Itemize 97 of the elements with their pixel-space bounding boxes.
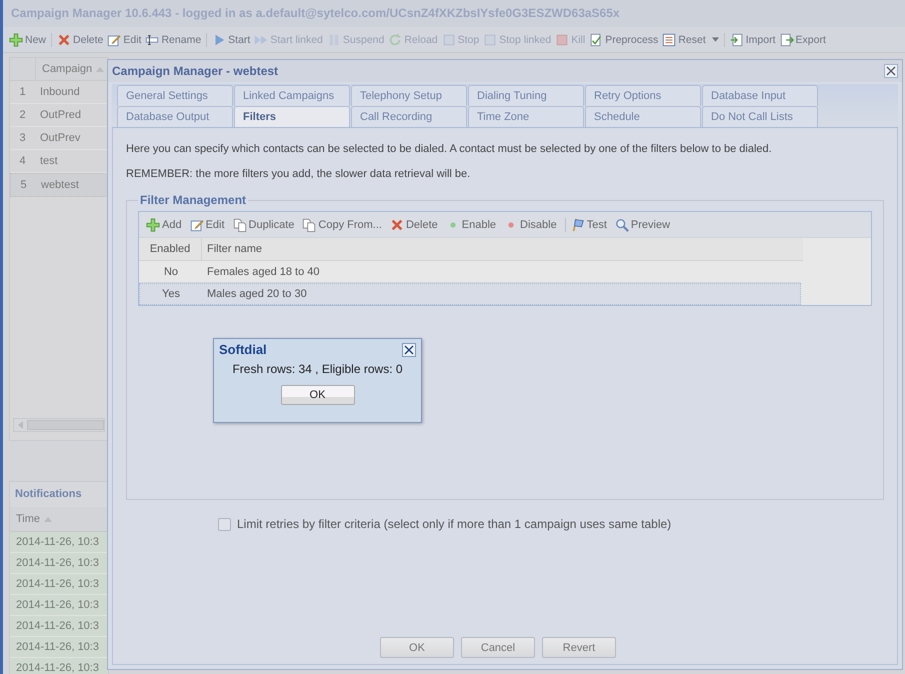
toolbar-button[interactable]: Add xyxy=(143,218,185,232)
dialog-button[interactable]: OK xyxy=(380,637,454,658)
toolbar-button[interactable]: Enable xyxy=(442,218,500,232)
tab[interactable]: Retry Options xyxy=(585,85,701,106)
tab[interactable]: Database Input xyxy=(702,85,818,106)
close-button[interactable] xyxy=(884,64,898,78)
toolbar-button[interactable]: Import xyxy=(724,32,778,46)
row-number: 4 xyxy=(18,155,27,167)
row-number: 3 xyxy=(18,132,27,144)
tab[interactable]: Call Recording xyxy=(351,106,467,127)
toolbar-button[interactable]: New xyxy=(7,32,48,46)
table-cell-text: Yes xyxy=(161,288,181,300)
column-header[interactable]: Time xyxy=(10,513,40,525)
campaign-row[interactable]: 5 webtest xyxy=(10,173,108,197)
campaign-name: test xyxy=(39,155,58,167)
table-cell-text: Females aged 18 to 40 xyxy=(206,266,320,278)
campaign-name: OutPred xyxy=(39,109,81,121)
plus-icon xyxy=(146,218,160,232)
checklist-icon xyxy=(589,32,604,46)
tab[interactable]: Schedule xyxy=(585,106,701,127)
toolbar-button[interactable]: Export xyxy=(778,32,828,46)
tab[interactable]: Filters xyxy=(234,106,350,127)
sort-up-icon xyxy=(44,516,52,522)
tab[interactable]: Telephony Setup xyxy=(351,85,467,106)
group-title: Filter Management xyxy=(139,193,248,207)
tab[interactable]: Linked Campaigns xyxy=(234,85,350,106)
checkbox-label: Limit retries by filter criteria (select only if more than 1 campaign uses same table) xyxy=(237,517,672,531)
tab[interactable]: Database Output xyxy=(117,106,233,127)
toolbar-button[interactable]: Edit xyxy=(186,218,228,232)
flag-icon xyxy=(570,218,585,232)
text-cursor-icon xyxy=(145,32,160,46)
toolbar-button[interactable]: Preprocess xyxy=(587,32,660,46)
left-arrow-icon xyxy=(18,421,23,429)
tab[interactable]: Time Zone xyxy=(468,106,584,127)
filter-row[interactable]: Yes Males aged 20 to 30 xyxy=(139,283,801,305)
notification-time: 2014-11-26, 10:3 xyxy=(10,574,108,595)
notification-time: 2014-11-26, 10:3 xyxy=(10,658,108,674)
dialog-title: Campaign Manager - webtest xyxy=(112,64,278,78)
table-cell-text: No xyxy=(162,266,180,278)
tab[interactable]: General Settings xyxy=(117,85,233,106)
block-icon xyxy=(555,32,570,46)
delete-icon xyxy=(390,218,404,232)
checkbox[interactable] xyxy=(218,518,231,530)
toolbar-button[interactable]: Duplicate xyxy=(230,218,298,232)
sort-up-icon xyxy=(96,66,104,72)
plus-icon xyxy=(9,32,23,46)
intro-text: REMEMBER: the more filters you add, the slower data retrieval will be. xyxy=(126,168,472,180)
toolbar-button[interactable]: Start xyxy=(206,32,252,46)
list-icon xyxy=(662,32,676,46)
campaign-name: OutPrev xyxy=(39,132,80,144)
toolbar-button[interactable]: Test xyxy=(564,218,610,232)
reload-icon xyxy=(388,32,402,46)
tab[interactable]: Do Not Call Lists xyxy=(702,106,818,127)
notification-time: 2014-11-26, 10:3 xyxy=(10,637,108,658)
toolbar-button[interactable]: Preview xyxy=(612,218,674,232)
search-icon xyxy=(614,218,629,232)
notification-time: 2014-11-26, 10:3 xyxy=(10,553,108,574)
edit-icon xyxy=(107,32,122,46)
dialog-button[interactable]: Revert xyxy=(542,637,616,658)
stop-icon xyxy=(483,32,498,46)
ok-button[interactable]: OK xyxy=(280,385,354,405)
notification-time: 2014-11-26, 10:3 xyxy=(10,532,108,553)
toolbar-button[interactable]: Edit xyxy=(105,32,144,46)
table-cell-text: Males aged 20 to 30 xyxy=(206,288,307,300)
toolbar-button[interactable]: Reset xyxy=(660,32,721,46)
intro-text: Here you can specify which contacts can be selected to be dialed. A contact must be selected by one of the filters below to be dialed. xyxy=(126,143,773,155)
toolbar-button[interactable]: Delete xyxy=(51,32,106,46)
close-icon xyxy=(886,66,896,76)
import-icon xyxy=(730,32,744,46)
toolbar-button[interactable]: Rename xyxy=(143,32,204,46)
dialog-button[interactable]: Cancel xyxy=(461,637,535,658)
delete-icon xyxy=(57,32,72,46)
campaign-name: Inbound xyxy=(39,86,80,98)
alert-message: Fresh rows: 34 , Eligible rows: 0 xyxy=(232,362,403,376)
row-number: 2 xyxy=(18,109,27,121)
close-button[interactable] xyxy=(402,342,416,356)
caret-icon xyxy=(712,37,719,42)
campaign-name: webtest xyxy=(40,179,79,191)
row-number: 5 xyxy=(19,179,28,191)
copy-icon xyxy=(232,218,247,232)
column-header[interactable]: Filter name xyxy=(202,243,262,255)
close-icon xyxy=(404,344,414,354)
notification-time: 2014-11-26, 10:3 xyxy=(10,616,108,637)
panel-title: Notifications xyxy=(14,487,83,502)
column-header[interactable]: Enabled xyxy=(139,238,202,260)
toolbar-button[interactable]: Delete xyxy=(386,218,441,232)
toolbar-button[interactable]: Disable xyxy=(501,218,560,232)
notification-time: 2014-11-26, 10:3 xyxy=(10,595,108,616)
export-icon xyxy=(780,32,794,46)
stop-icon xyxy=(442,32,456,46)
horizontal-scrollbar[interactable] xyxy=(13,418,105,432)
toolbar-button[interactable]: Copy From... xyxy=(299,218,385,232)
copy-icon xyxy=(302,218,316,232)
row-number: 1 xyxy=(18,86,27,98)
alert-title: Softdial xyxy=(219,342,267,357)
tab[interactable]: Dialing Tuning xyxy=(468,85,584,106)
edit-icon xyxy=(190,218,204,232)
